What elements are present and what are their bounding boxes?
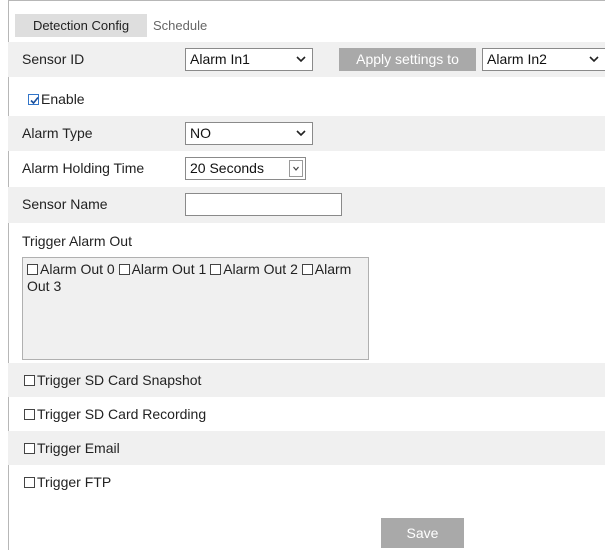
trigger-ftp-row: Trigger FTP bbox=[8, 465, 605, 499]
trigger-email-label: Trigger Email bbox=[37, 440, 120, 456]
chevron-down-icon bbox=[296, 55, 306, 63]
chevron-down-icon bbox=[296, 129, 306, 137]
alarm-out-2-checkbox[interactable] bbox=[210, 264, 222, 275]
alarm-out-0-checkbox[interactable] bbox=[27, 264, 38, 275]
trigger-sd-recording-label: Trigger SD Card Recording bbox=[37, 406, 207, 422]
holding-time-row: Alarm Holding Time 20 Seconds bbox=[8, 151, 605, 187]
alarm-out-item: Alarm Out 1 bbox=[118, 261, 207, 277]
tab-schedule[interactable]: Schedule bbox=[153, 14, 207, 37]
alarm-out-3-checkbox[interactable] bbox=[301, 264, 313, 275]
trigger-sd-snapshot-label: Trigger SD Card Snapshot bbox=[37, 372, 202, 388]
enable-checkbox[interactable] bbox=[28, 94, 39, 105]
trigger-sd-recording-wrap: Trigger SD Card Recording bbox=[24, 406, 206, 422]
alarm-type-value: NO bbox=[190, 125, 211, 141]
alarm-type-row: Alarm Type NO bbox=[8, 116, 605, 151]
enable-row: Enable bbox=[8, 82, 605, 116]
trigger-sd-recording-checkbox[interactable] bbox=[24, 409, 35, 420]
trigger-ftp-checkbox[interactable] bbox=[24, 477, 35, 488]
sensor-name-row: Sensor Name bbox=[8, 187, 605, 223]
chevron-down-icon bbox=[589, 55, 599, 63]
tab-bar: Detection Config Schedule bbox=[8, 0, 605, 42]
apply-settings-select[interactable]: Alarm In2 bbox=[482, 48, 605, 71]
save-button[interactable]: Save bbox=[381, 518, 464, 548]
trigger-alarm-out-label: Trigger Alarm Out bbox=[22, 233, 132, 249]
tab-detection-config[interactable]: Detection Config bbox=[15, 14, 147, 37]
sensor-name-label: Sensor Name bbox=[22, 196, 108, 212]
trigger-sd-snapshot-checkbox[interactable] bbox=[24, 375, 35, 386]
trigger-ftp-wrap: Trigger FTP bbox=[24, 474, 111, 490]
alarm-out-2-label: Alarm Out 2 bbox=[223, 261, 298, 277]
trigger-sd-snapshot-row: Trigger SD Card Snapshot bbox=[8, 363, 605, 397]
trigger-email-row: Trigger Email bbox=[8, 431, 605, 465]
dropdown-button[interactable] bbox=[289, 160, 303, 177]
sensor-id-select[interactable]: Alarm In1 bbox=[185, 48, 313, 71]
holding-time-label: Alarm Holding Time bbox=[22, 160, 145, 176]
trigger-ftp-label: Trigger FTP bbox=[37, 474, 112, 490]
enable-checkbox-wrap: Enable bbox=[28, 91, 85, 107]
sensor-id-label: Sensor ID bbox=[22, 51, 85, 67]
trigger-sd-recording-row: Trigger SD Card Recording bbox=[8, 397, 605, 431]
holding-time-select[interactable]: 20 Seconds bbox=[185, 157, 306, 180]
sensor-id-row: Sensor ID Alarm In1 Apply settings to Al… bbox=[8, 42, 605, 77]
trigger-email-wrap: Trigger Email bbox=[24, 440, 120, 456]
apply-settings-button[interactable]: Apply settings to bbox=[339, 48, 476, 71]
sensor-name-input[interactable] bbox=[185, 193, 342, 216]
alarm-out-list: Alarm Out 0 Alarm Out 1 Alarm Out 2 Alar… bbox=[22, 257, 369, 360]
holding-time-value: 20 Seconds bbox=[190, 160, 264, 176]
enable-label: Enable bbox=[41, 91, 85, 107]
trigger-email-checkbox[interactable] bbox=[24, 443, 35, 454]
alarm-out-item: Alarm Out 2 bbox=[210, 261, 298, 277]
alarm-out-1-checkbox[interactable] bbox=[118, 264, 130, 275]
alarm-type-label: Alarm Type bbox=[22, 125, 93, 141]
alarm-type-select[interactable]: NO bbox=[185, 122, 313, 145]
alarm-out-0-label: Alarm Out 0 bbox=[40, 261, 115, 277]
trigger-sd-snapshot-wrap: Trigger SD Card Snapshot bbox=[24, 372, 201, 388]
alarm-out-1-label: Alarm Out 1 bbox=[131, 261, 207, 277]
sensor-id-value: Alarm In1 bbox=[190, 51, 250, 67]
alarm-out-item: Alarm Out 0 bbox=[27, 261, 115, 277]
apply-settings-value: Alarm In2 bbox=[487, 51, 547, 67]
